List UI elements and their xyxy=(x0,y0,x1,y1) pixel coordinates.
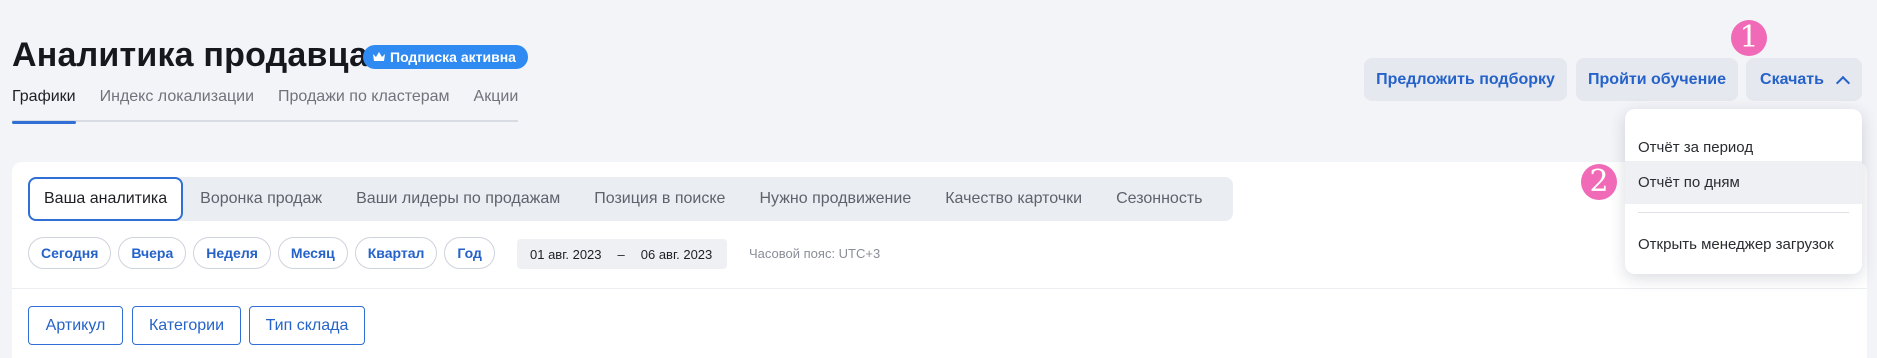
download-menu: Отчёт за период Отчёт по дням Открыть ме… xyxy=(1625,109,1862,274)
date-separator: – xyxy=(617,246,625,262)
subscription-badge-label: Подписка активна xyxy=(390,49,516,65)
period-month-button[interactable]: Месяц xyxy=(277,237,348,269)
training-button[interactable]: Пройти обучение xyxy=(1576,58,1738,101)
period-week-button[interactable]: Неделя xyxy=(193,237,271,269)
period-today-button[interactable]: Сегодня xyxy=(28,237,112,269)
section-tabs: Графики Индекс локализации Продажи по кл… xyxy=(12,86,519,124)
date-to: 06 авг. 2023 xyxy=(640,246,713,262)
tab-charts[interactable]: Графики xyxy=(12,86,76,124)
download-button[interactable]: Скачать xyxy=(1746,58,1862,101)
divider xyxy=(12,288,1867,289)
date-from: 01 авг. 2023 xyxy=(530,246,602,262)
chevron-up-icon xyxy=(1835,75,1851,90)
tab-your-analytics[interactable]: Ваша аналитика xyxy=(28,177,184,221)
subscription-badge: Подписка активна xyxy=(363,45,528,69)
date-range-picker[interactable]: 01 авг. 2023 – 06 авг. 2023 xyxy=(517,239,727,269)
period-year-button[interactable]: Год xyxy=(444,237,495,269)
tab-seasonality[interactable]: Сезонность xyxy=(1099,177,1219,221)
filter-categories-button[interactable]: Категории xyxy=(132,306,241,345)
tab-sales-funnel[interactable]: Воронка продаж xyxy=(183,177,339,221)
page-title: Аналитика продавца xyxy=(12,36,369,74)
download-button-label: Скачать xyxy=(1760,70,1824,88)
menu-separator xyxy=(1638,212,1849,213)
analytics-tabs: Ваша аналитика Воронка продаж Ваши лидер… xyxy=(28,177,1234,221)
step-marker-1: 1 xyxy=(1731,20,1767,56)
tab-promotions[interactable]: Акции xyxy=(474,86,519,122)
period-yesterday-button[interactable]: Вчера xyxy=(118,237,187,269)
period-pills: Сегодня Вчера Неделя Месяц Квартал Год xyxy=(28,237,495,269)
tab-cluster-sales[interactable]: Продажи по кластерам xyxy=(278,86,450,122)
menu-item-daily-report[interactable]: Отчёт по дням xyxy=(1625,161,1862,204)
step-marker-2: 2 xyxy=(1581,164,1617,200)
tab-search-position[interactable]: Позиция в поиске xyxy=(577,177,742,221)
tab-localization-index[interactable]: Индекс локализации xyxy=(100,86,254,122)
tab-needs-promotion[interactable]: Нужно продвижение xyxy=(742,177,928,221)
tab-sales-leaders[interactable]: Ваши лидеры по продажам xyxy=(339,177,577,221)
filter-warehouse-type-button[interactable]: Тип склада xyxy=(249,306,365,345)
menu-item-open-download-manager[interactable]: Открыть менеджер загрузок xyxy=(1625,223,1862,266)
suggest-selection-button[interactable]: Предложить подборку xyxy=(1364,58,1567,101)
timezone-label: Часовой пояс: UTC+3 xyxy=(749,246,881,261)
crown-icon xyxy=(373,52,385,61)
filter-article-button[interactable]: Артикул xyxy=(28,306,123,345)
period-quarter-button[interactable]: Квартал xyxy=(354,237,438,269)
tab-card-quality[interactable]: Качество карточки xyxy=(928,177,1099,221)
